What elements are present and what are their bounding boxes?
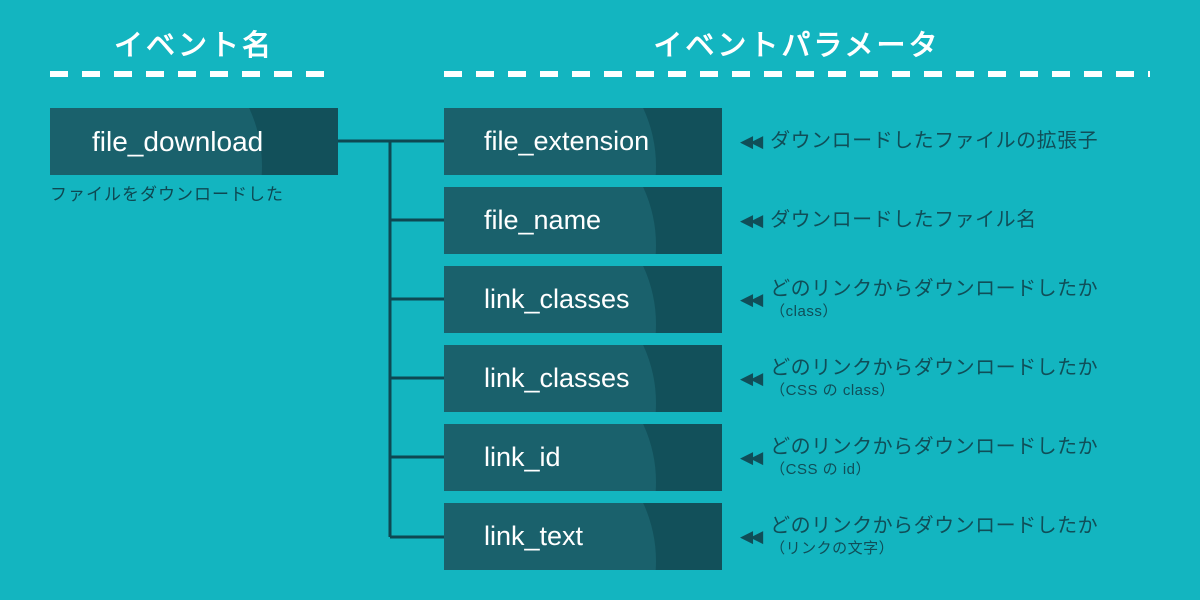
parameter-description-text: どのリンクからダウンロードしたか （class） bbox=[770, 278, 1098, 320]
double-left-arrow-icon: ◀◀ bbox=[740, 132, 763, 151]
parameter-description-link_text: ◀◀ どのリンクからダウンロードしたか （リンクの文字） bbox=[740, 503, 1098, 570]
parameter-description-file_name: ◀◀ ダウンロードしたファイル名 bbox=[740, 187, 1037, 254]
parameter-description-main: ダウンロードしたファイルの拡張子 bbox=[770, 130, 1099, 152]
parameter-description-sub: （リンクの文字） bbox=[770, 540, 895, 558]
parameter-description-sub: （CSS の class） bbox=[770, 382, 896, 400]
parameter-box-file_name[interactable]: file_name bbox=[444, 187, 722, 254]
parameter-description-main: どのリンクからダウンロードしたか bbox=[770, 515, 1099, 538]
parameter-description-text: どのリンクからダウンロードしたか （リンクの文字） bbox=[770, 515, 1098, 557]
double-left-arrow-icon: ◀◀ bbox=[740, 448, 763, 467]
event-name-box[interactable]: file_download bbox=[50, 108, 338, 175]
parameter-box-link_id[interactable]: link_id bbox=[444, 424, 722, 491]
event-name-caption: ファイルをダウンロードした bbox=[50, 185, 284, 204]
column-header-event-name: イベント名 bbox=[113, 30, 274, 62]
parameter-description-main: どのリンクからダウンロードしたか bbox=[770, 436, 1099, 459]
parameter-name-label: link_classes bbox=[484, 363, 630, 393]
column-header-event-parameter: イベントパラメータ bbox=[653, 30, 941, 62]
parameter-description-text: ダウンロードしたファイル名 bbox=[770, 209, 1037, 232]
parameter-box-link_classes[interactable]: link_classes bbox=[444, 266, 722, 333]
parameter-description-link_classes: ◀◀ どのリンクからダウンロードしたか （CSS の class） bbox=[740, 345, 1098, 412]
parameter-name-label: file_name bbox=[484, 205, 602, 235]
parameter-box-link_text[interactable]: link_text bbox=[444, 503, 722, 570]
parameter-name-label: link_text bbox=[484, 521, 584, 551]
parameter-name-label: link_classes bbox=[484, 284, 630, 314]
parameter-description-sub: （CSS の id） bbox=[770, 461, 872, 479]
double-left-arrow-icon: ◀◀ bbox=[740, 369, 763, 388]
parameter-description-text: どのリンクからダウンロードしたか （CSS の class） bbox=[770, 357, 1098, 399]
double-left-arrow-icon: ◀◀ bbox=[740, 527, 763, 546]
parameter-description-main: ダウンロードしたファイル名 bbox=[770, 209, 1037, 231]
parameter-description-main: どのリンクからダウンロードしたか bbox=[770, 357, 1099, 380]
header-divider-event-parameter bbox=[444, 71, 1150, 77]
event-name-label: file_download bbox=[92, 125, 264, 157]
parameter-name-label: file_extension bbox=[484, 126, 650, 156]
parameter-name-label: link_id bbox=[484, 442, 561, 472]
parameter-description-link_classes: ◀◀ どのリンクからダウンロードしたか （class） bbox=[740, 266, 1098, 333]
parameter-description-main: どのリンクからダウンロードしたか bbox=[770, 278, 1099, 301]
parameter-description-text: どのリンクからダウンロードしたか （CSS の id） bbox=[770, 436, 1098, 478]
parameter-description-link_id: ◀◀ どのリンクからダウンロードしたか （CSS の id） bbox=[740, 424, 1098, 491]
parameter-description-text: ダウンロードしたファイルの拡張子 bbox=[770, 130, 1098, 153]
parameter-description-sub: （class） bbox=[770, 303, 838, 321]
parameter-box-file_extension[interactable]: file_extension bbox=[444, 108, 722, 175]
double-left-arrow-icon: ◀◀ bbox=[740, 211, 763, 230]
parameter-box-link_classes[interactable]: link_classes bbox=[444, 345, 722, 412]
double-left-arrow-icon: ◀◀ bbox=[740, 290, 763, 309]
parameter-description-file_extension: ◀◀ ダウンロードしたファイルの拡張子 bbox=[740, 108, 1098, 175]
header-divider-event-name bbox=[50, 71, 338, 77]
